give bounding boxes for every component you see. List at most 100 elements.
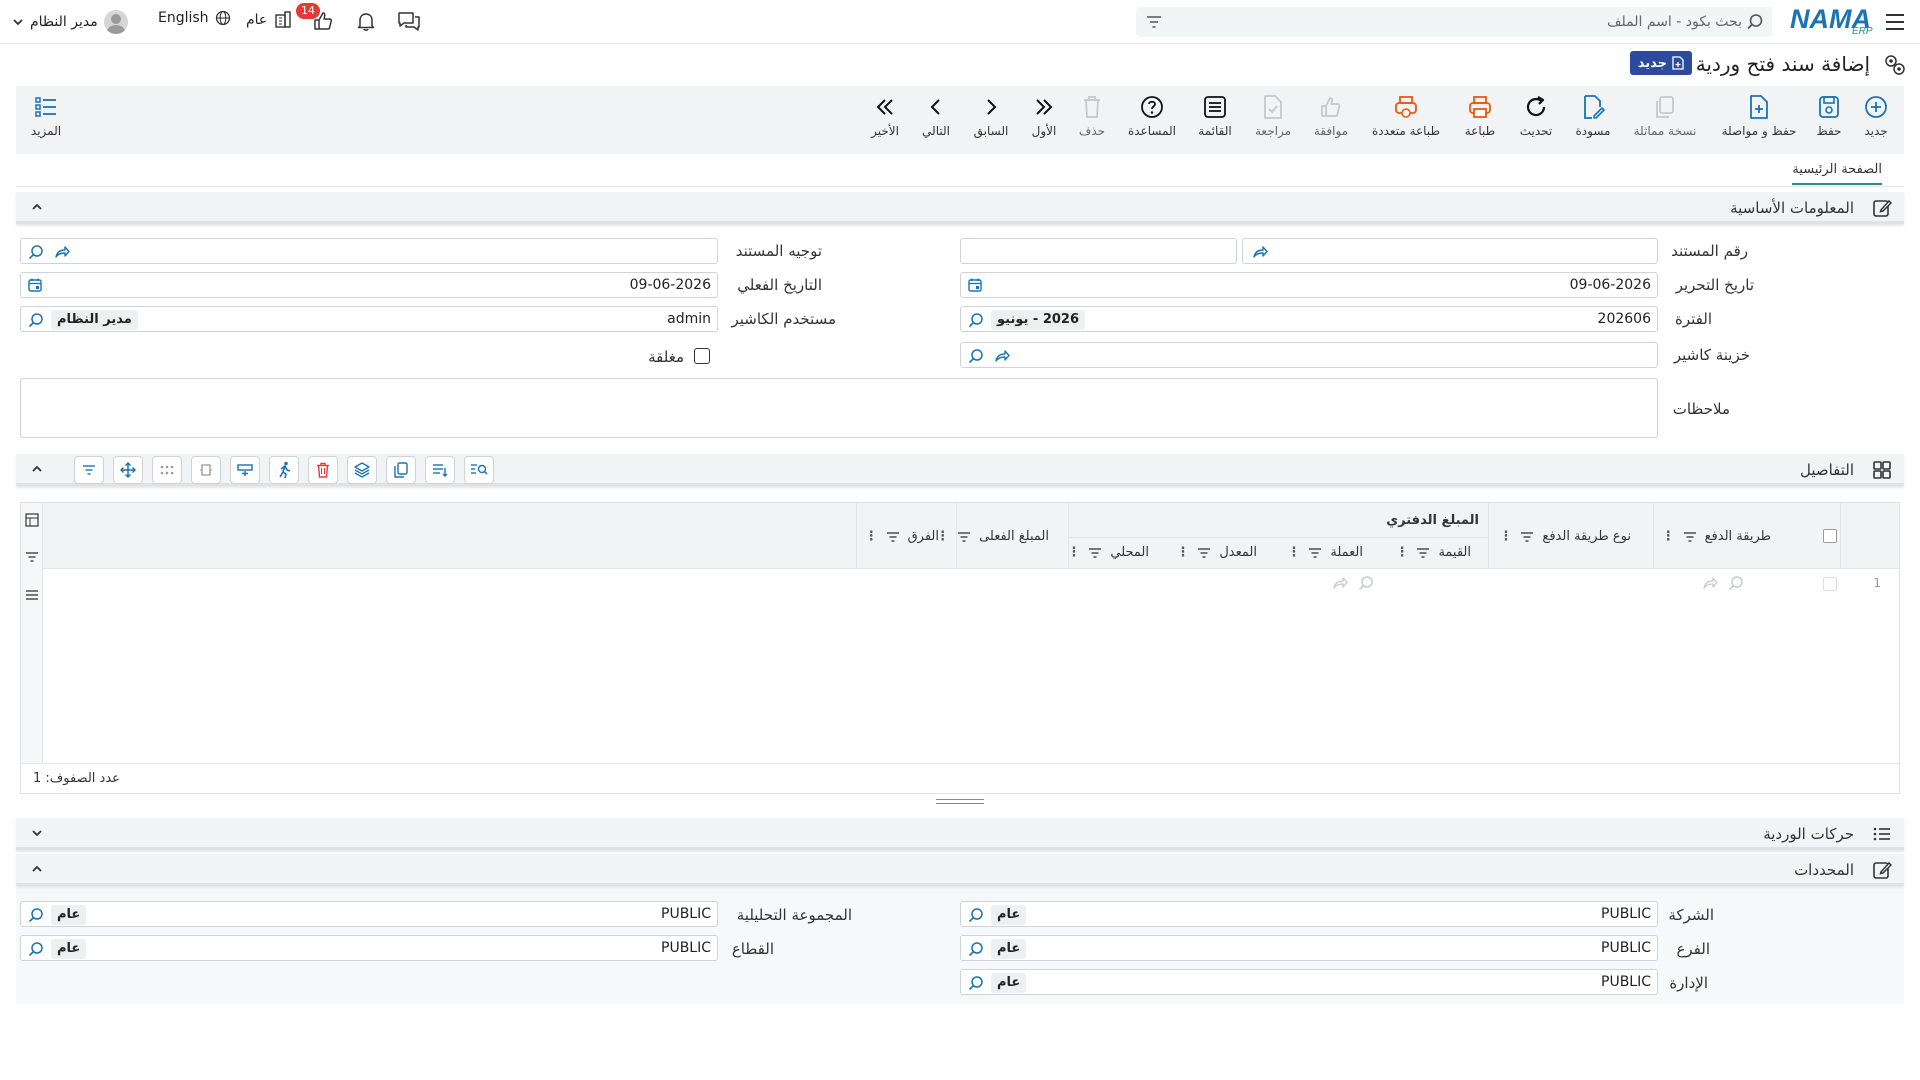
move-icon[interactable] [113, 456, 143, 484]
shift-moves-header[interactable]: حركات الوردية [16, 818, 1904, 850]
search-lookup-icon[interactable] [967, 311, 985, 329]
chevron-up-icon[interactable] [30, 462, 44, 476]
search-lookup-icon[interactable] [1357, 574, 1375, 592]
dots-grid-icon[interactable] [152, 456, 182, 484]
department-field[interactable]: PUBLIC عام [960, 969, 1658, 995]
copy-row-icon[interactable] [386, 456, 416, 484]
kebab-menu-icon[interactable]: ⋮ [1395, 545, 1408, 560]
table-icon[interactable] [25, 513, 39, 527]
search-lookup-icon[interactable] [27, 243, 45, 261]
period-field[interactable]: 202606 2026 - يونيو [960, 306, 1658, 332]
chevron-up-icon[interactable] [30, 200, 44, 214]
col-rate[interactable]: المعدل ⋮ [1176, 545, 1257, 560]
nama-logo[interactable]: NAMA ERP [1790, 4, 1874, 38]
search-lookup-icon[interactable] [1727, 574, 1745, 592]
sort-icon[interactable] [425, 456, 455, 484]
duplicate-button[interactable]: نسخة مماثلة [1630, 94, 1700, 138]
save-continue-button[interactable]: حفظ و مواصلة [1722, 94, 1796, 138]
tab-main[interactable]: الصفحة الرئيسية [1792, 162, 1882, 185]
filter-icon[interactable] [1146, 15, 1162, 29]
filter-icon[interactable] [1683, 531, 1697, 543]
menu-lines-icon[interactable] [25, 589, 39, 601]
hamburger-menu-icon[interactable] [1885, 13, 1905, 31]
doc-direction-field[interactable] [20, 238, 718, 264]
chevron-down-icon[interactable] [30, 826, 44, 840]
kebab-menu-icon[interactable]: ⋮ [1662, 529, 1675, 544]
filter-icon[interactable] [1308, 547, 1322, 559]
running-person-icon[interactable] [269, 456, 299, 484]
company-field[interactable]: PUBLIC عام [960, 901, 1658, 927]
search-lookup-icon[interactable] [27, 940, 45, 958]
search-lookup-icon[interactable] [967, 906, 985, 924]
analysis-group-field[interactable]: PUBLIC عام [20, 901, 718, 927]
calendar-icon[interactable] [27, 277, 43, 293]
user-menu[interactable]: مدير النظام [12, 10, 128, 34]
multi-print-button[interactable]: طباعة متعددة [1371, 94, 1441, 138]
search-lookup-icon[interactable] [27, 906, 45, 924]
last-button[interactable]: الأخير [850, 94, 920, 138]
kebab-menu-icon[interactable]: ⋮ [865, 529, 878, 544]
col-actual-amount[interactable]: المبلغ الفعلى ⋮ [936, 529, 1049, 544]
filter-icon[interactable] [74, 456, 104, 484]
row-checkbox[interactable] [1823, 577, 1837, 591]
search-list-icon[interactable] [464, 456, 494, 484]
search-lookup-icon[interactable] [967, 940, 985, 958]
layers-icon[interactable] [347, 456, 377, 484]
filter-icon[interactable] [1520, 531, 1534, 543]
kebab-menu-icon[interactable]: ⋮ [1176, 545, 1189, 560]
notes-field[interactable] [20, 378, 1658, 438]
share-arrow-icon[interactable] [1701, 574, 1719, 592]
cashier-safe-field[interactable] [960, 342, 1658, 368]
search-lookup-icon[interactable] [967, 974, 985, 992]
kebab-menu-icon[interactable]: ⋮ [1499, 529, 1512, 544]
share-arrow-icon[interactable] [1331, 574, 1349, 592]
sector-field[interactable]: PUBLIC عام [20, 935, 718, 961]
col-pay-type[interactable]: نوع طريقة الدفع ⋮ [1499, 529, 1631, 544]
kebab-menu-icon[interactable]: ⋮ [1067, 545, 1080, 560]
messages-button[interactable] [397, 10, 421, 32]
language-switch[interactable]: English [158, 10, 231, 26]
branch-field[interactable]: PUBLIC عام [960, 935, 1658, 961]
notifications-button[interactable] [355, 10, 377, 32]
edit-date-field[interactable]: 09-06-2026 [960, 272, 1658, 298]
filter-icon[interactable] [25, 551, 39, 563]
filter-icon[interactable] [886, 531, 900, 543]
share-arrow-icon[interactable] [1251, 243, 1269, 261]
determinants-header[interactable]: المحددات [16, 854, 1904, 886]
insert-row-icon[interactable] [230, 456, 260, 484]
print-button[interactable]: طباعة [1445, 94, 1515, 138]
resize-handle[interactable] [936, 798, 984, 806]
filter-icon[interactable] [1416, 547, 1430, 559]
col-currency[interactable]: العملة ⋮ [1287, 545, 1363, 560]
chevron-up-icon[interactable] [30, 862, 44, 876]
col-diff[interactable]: الفرق ⋮ [865, 529, 939, 544]
col-value[interactable]: القيمة ⋮ [1395, 545, 1471, 560]
kebab-menu-icon[interactable]: ⋮ [1287, 545, 1300, 560]
col-pay-method[interactable]: طريقة الدفع ⋮ [1662, 529, 1771, 544]
filter-icon[interactable] [957, 531, 971, 543]
basic-info-header[interactable]: المعلومات الأساسية [16, 192, 1904, 224]
closed-checkbox[interactable] [694, 348, 710, 364]
filter-icon[interactable] [1088, 547, 1102, 559]
search-lookup-icon[interactable] [967, 347, 985, 365]
more-button[interactable]: المزيد [11, 94, 81, 138]
share-arrow-icon[interactable] [53, 243, 71, 261]
help-button[interactable]: المساعدة [1117, 94, 1187, 138]
table-row[interactable]: 1 [43, 569, 1899, 597]
list-button[interactable]: القائمة [1180, 94, 1250, 138]
select-all-checkbox[interactable] [1823, 529, 1837, 543]
scope-selector[interactable]: عام [246, 10, 293, 30]
cashier-user-field[interactable]: admin مدير النظام [20, 306, 718, 332]
search-input[interactable] [1182, 7, 1742, 37]
column-width-icon[interactable] [191, 456, 221, 484]
col-local[interactable]: المحلي ⋮ [1067, 545, 1149, 560]
actual-date-field[interactable]: 09-06-2026 [20, 272, 718, 298]
doc-number-extra-field[interactable] [960, 238, 1237, 264]
doc-number-field[interactable] [1214, 238, 1658, 264]
share-arrow-icon[interactable] [993, 347, 1011, 365]
calendar-icon[interactable] [967, 277, 983, 293]
delete-row-icon[interactable] [308, 456, 338, 484]
settings-gears-icon[interactable] [1882, 52, 1908, 78]
save-button[interactable]: حفظ [1794, 94, 1864, 138]
filter-icon[interactable] [1197, 547, 1211, 559]
